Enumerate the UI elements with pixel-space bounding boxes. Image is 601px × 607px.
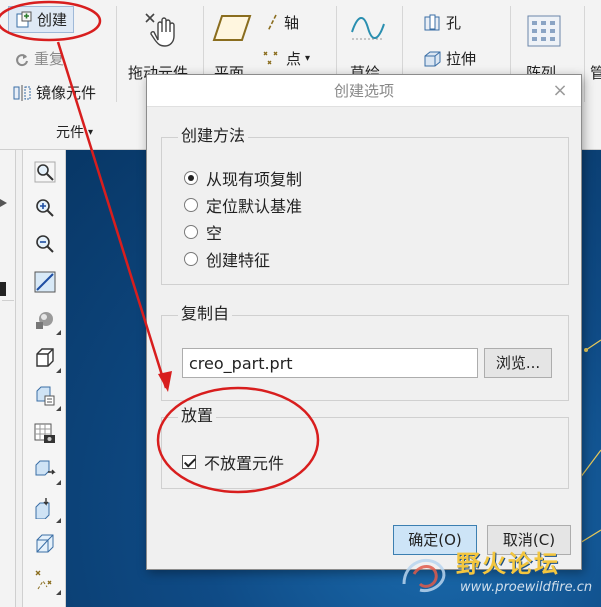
perspective-view-button[interactable] — [31, 530, 59, 558]
mirror-component-button[interactable]: 镜像元件 — [12, 82, 96, 103]
radio-indicator — [184, 171, 198, 185]
truncated-tool-label: 管 — [590, 64, 601, 82]
watermark-logo-icon — [402, 558, 446, 593]
hand-drag-icon — [142, 10, 182, 50]
box-arrow-icon — [34, 459, 56, 481]
ribbon-separator — [116, 6, 117, 102]
named-view-button[interactable] — [31, 456, 61, 485]
repaint-icon — [34, 271, 56, 293]
datum-axis-icon — [264, 14, 280, 32]
datum-point-icon — [262, 50, 282, 68]
group-components-label: 元件 — [56, 125, 84, 141]
sketch-button[interactable] — [350, 12, 386, 48]
box-down-arrow-icon — [34, 497, 56, 519]
zoom-out-button[interactable] — [31, 230, 59, 258]
view-manager-button[interactable] — [31, 382, 61, 411]
radio-label: 定位默认基准 — [206, 197, 303, 216]
tree-text-fragment — [0, 282, 6, 296]
checkbox-indicator — [182, 455, 196, 469]
plane-button[interactable] — [212, 12, 252, 48]
datum-display-button[interactable] — [31, 566, 61, 595]
zoom-in-button[interactable] — [31, 194, 59, 222]
creation-method-legend: 创建方法 — [178, 122, 249, 146]
create-button-label: 创建 — [37, 11, 68, 29]
radio-copy-from-existing[interactable]: 从现有项复制 — [184, 166, 302, 190]
zoom-out-icon — [34, 233, 56, 255]
chevron-down-icon: ▾ — [88, 126, 94, 138]
axis-button[interactable]: 轴 — [264, 12, 299, 33]
creation-method-group: 创建方法 从现有项复制 定位默认基准 空 创建特征 — [161, 122, 569, 285]
radio-label: 空 — [206, 224, 223, 243]
watermark-url: www.proewildfire.cn — [460, 580, 593, 595]
create-options-dialog: 创建选项 × 创建方法 从现有项复制 定位默认基准 空 创建特征 复制自 浏览.… — [146, 74, 582, 570]
axis-label: 轴 — [284, 14, 300, 32]
radio-create-features[interactable]: 创建特征 — [184, 247, 270, 271]
radio-label: 从现有项复制 — [206, 170, 303, 189]
camera-grid-icon — [34, 423, 56, 445]
dialog-title: 创建选项 — [147, 75, 581, 107]
radio-indicator — [184, 252, 198, 266]
radio-label: 创建特征 — [206, 251, 271, 270]
datum-display-icon — [34, 569, 56, 591]
browse-button[interactable]: 浏览... — [484, 348, 552, 378]
placement-legend: 放置 — [178, 402, 217, 426]
perspective-box-icon — [34, 533, 56, 555]
watermark-title: 野火论坛 — [456, 550, 560, 578]
extrude-button[interactable]: 拉伸 — [422, 48, 476, 69]
pattern-button[interactable] — [526, 14, 562, 52]
drag-components-button[interactable] — [142, 10, 182, 54]
point-label: 点 — [286, 50, 302, 68]
hole-label: 孔 — [446, 14, 462, 32]
shaded-sphere-icon — [34, 309, 56, 331]
radio-indicator — [184, 225, 198, 239]
radio-empty[interactable]: 空 — [184, 220, 222, 244]
redo-label: 重复 — [34, 50, 65, 68]
mirror-icon — [12, 84, 32, 102]
copy-from-legend: 复制自 — [178, 300, 233, 324]
group-components-dropdown[interactable]: 元件 ▾ — [56, 122, 93, 142]
repaint-button[interactable] — [31, 268, 59, 296]
model-tree-edge — [0, 150, 16, 607]
tree-arrow-icon — [0, 196, 16, 207]
sketch-curve-icon — [350, 12, 386, 44]
zoom-in-icon — [34, 197, 56, 219]
refit-button[interactable] — [31, 158, 59, 186]
chevron-down-icon: ▾ — [305, 53, 311, 64]
extrude-icon — [422, 50, 442, 68]
redo-icon — [14, 51, 30, 67]
create-component-icon — [15, 11, 33, 29]
forum-watermark: 野火论坛 www.proewildfire.cn — [390, 540, 601, 607]
placement-group: 放置 不放置元件 — [161, 402, 569, 489]
pattern-grid-icon — [526, 14, 562, 48]
view-toolbar — [22, 150, 66, 607]
radio-indicator — [184, 198, 198, 212]
tree-divider — [2, 300, 14, 500]
magnifier-icon — [34, 161, 56, 183]
mirror-label: 镜像元件 — [36, 84, 97, 102]
cube-icon — [34, 347, 56, 369]
point-button[interactable]: 点 ▾ — [262, 48, 310, 69]
copy-from-file-input[interactable] — [182, 348, 478, 378]
radio-locate-default-datums[interactable]: 定位默认基准 — [184, 193, 302, 217]
spin-center-button[interactable] — [31, 494, 61, 523]
extrude-label: 拉伸 — [446, 50, 477, 68]
saved-orientations-button[interactable] — [31, 344, 61, 373]
datum-plane-icon — [212, 12, 252, 44]
appearance-gallery-button[interactable] — [31, 420, 59, 448]
display-style-button[interactable] — [31, 306, 61, 335]
hole-button[interactable]: 孔 — [422, 12, 461, 33]
hole-icon — [422, 14, 442, 32]
no-placement-checkbox[interactable]: 不放置元件 — [182, 450, 284, 474]
copy-from-group: 复制自 浏览... — [161, 300, 569, 401]
close-icon[interactable]: × — [549, 80, 571, 102]
checkbox-label: 不放置元件 — [204, 454, 285, 473]
redo-button[interactable]: 重复 — [14, 48, 64, 69]
ribbon-separator — [584, 6, 585, 102]
view-manager-icon — [34, 385, 56, 407]
create-button[interactable]: 创建 — [8, 6, 75, 33]
